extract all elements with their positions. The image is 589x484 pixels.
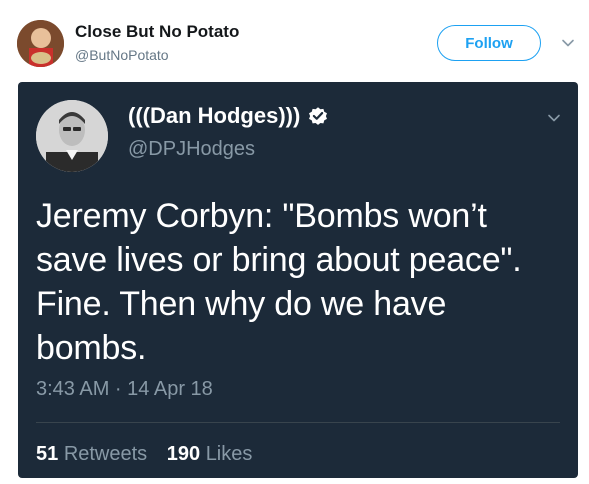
tweet-text: Jeremy Corbyn: "Bombs won’t save lives o… <box>36 197 522 367</box>
likes-count: 190 <box>166 443 201 465</box>
user-handle[interactable]: @ButNoPotato <box>75 47 169 63</box>
embedded-tweet-screenshot: (((Dan Hodges))) @DPJHodges Jeremy Corby… <box>18 82 578 478</box>
display-name[interactable]: Close But No Potato <box>75 22 239 42</box>
timestamp: 3:43 AM · 14 Apr 18 <box>36 378 213 400</box>
follow-button[interactable]: Follow <box>437 25 541 61</box>
display-name: (((Dan Hodges))) <box>128 103 329 129</box>
chevron-down-icon[interactable] <box>561 36 575 50</box>
retweets-label: Retweets <box>63 443 148 465</box>
user-handle: @DPJHodges <box>128 138 256 160</box>
likes-label: Likes <box>205 443 253 465</box>
retweets-stat: 51 Retweets <box>36 443 147 466</box>
outer-tweet-header: Close But No Potato @ButNoPotato Follow <box>0 0 589 80</box>
divider <box>36 422 560 423</box>
retweets-count: 51 <box>36 443 59 465</box>
tweet-stats: 51 Retweets 190 Likes <box>36 443 266 466</box>
avatar[interactable] <box>17 20 64 67</box>
chevron-down-icon <box>548 114 560 122</box>
display-name-text: (((Dan Hodges))) <box>128 103 301 128</box>
avatar <box>36 100 108 172</box>
verified-badge-icon <box>309 107 328 125</box>
likes-stat: 190 Likes <box>167 443 253 466</box>
